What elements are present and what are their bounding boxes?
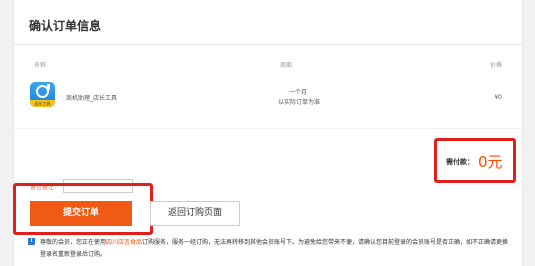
info-icon: i <box>28 238 35 245</box>
account-notice: 尊敬的会员，您正在使用四川店言食品订购服务，服务一经订购，无法再转移到其他会员账… <box>40 237 510 261</box>
period-note: 以实际订单为准 <box>278 99 321 106</box>
payment-label: 需付款： <box>446 158 474 166</box>
product-app-icon: 店长工具 <box>30 82 55 107</box>
payment-amount: 0元 <box>478 153 503 171</box>
product-price: ¥0 <box>494 94 502 101</box>
column-header-name: 名称 <box>34 62 47 69</box>
row-divider <box>14 128 522 129</box>
app-icon-tag: 店长工具 <box>30 100 55 107</box>
back-to-order-button[interactable]: 返回订购页面 <box>150 201 240 226</box>
column-header-price: 价格 <box>489 62 502 69</box>
product-name: 商机助理_店长工具 <box>66 95 118 102</box>
period-value: 一个月 <box>289 89 308 96</box>
notice-shop-link[interactable]: 四川店言食品 <box>106 239 142 246</box>
submit-order-button[interactable]: 提交订单 <box>30 201 132 226</box>
divider <box>14 44 522 45</box>
notice-text-1: 尊敬的会员，您正在使用 <box>40 239 107 246</box>
column-header-period: 周期 <box>280 62 293 69</box>
app-logo-icon <box>36 84 50 98</box>
page-title: 确认订单信息 <box>29 19 102 33</box>
